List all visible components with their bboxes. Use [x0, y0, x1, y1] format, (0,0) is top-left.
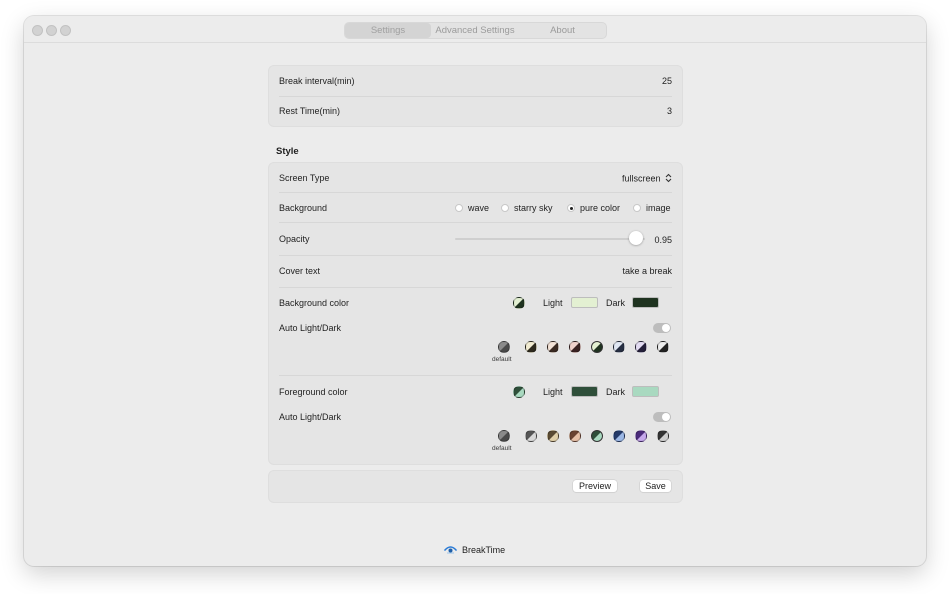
- bg-preset-default-swatch[interactable]: [498, 341, 510, 353]
- radio-label: wave: [468, 203, 490, 213]
- cover-text-row: Cover text take a break: [279, 266, 672, 276]
- bg-preset-swatch[interactable]: [657, 341, 669, 353]
- fg-light-color-well[interactable]: [571, 386, 598, 397]
- background-color-preview-swatch: [513, 297, 525, 309]
- divider: [279, 255, 672, 256]
- divider: [279, 287, 672, 288]
- bg-dark-label: Dark: [606, 298, 626, 308]
- background-option-pure-color[interactable]: pure color: [567, 203, 620, 213]
- screen-type-select[interactable]: fullscreen: [622, 173, 672, 185]
- fg-preset-swatch[interactable]: [525, 430, 537, 442]
- radio-button[interactable]: [501, 204, 509, 212]
- rest-time-value[interactable]: 3: [667, 106, 672, 116]
- bg-preset-swatch[interactable]: [635, 341, 647, 353]
- cover-text-input[interactable]: take a break: [622, 266, 672, 276]
- background-row: Background wave starry sky pure color im…: [279, 203, 672, 213]
- bg-preset-swatch[interactable]: [613, 341, 625, 353]
- auto-light-dark-label: Auto Light/Dark: [279, 412, 342, 422]
- preview-button[interactable]: Preview: [573, 480, 617, 492]
- divider: [279, 192, 672, 193]
- close-window-button[interactable]: [32, 25, 43, 36]
- divider: [279, 96, 672, 97]
- fg-dark-label: Dark: [606, 387, 626, 397]
- style-section-title: Style: [276, 146, 299, 157]
- screen-type-value: fullscreen: [621, 173, 661, 184]
- radio-label: starry sky: [514, 203, 553, 213]
- opacity-label: Opacity: [279, 234, 310, 244]
- save-button[interactable]: Save: [640, 480, 671, 492]
- fg-auto-light-dark-row: Auto Light/Dark: [279, 412, 672, 422]
- radio-button[interactable]: [633, 204, 641, 212]
- style-settings-card: Screen Type fullscreen Background wave s…: [268, 162, 683, 465]
- fg-light-label: Light: [543, 387, 563, 397]
- foreground-color-preview-swatch: [513, 386, 525, 398]
- screen-type-label: Screen Type: [279, 173, 330, 183]
- bg-auto-light-dark-row: Auto Light/Dark: [279, 323, 672, 333]
- bg-default-label: default: [492, 356, 512, 363]
- background-label: Background: [279, 203, 328, 213]
- background-color-label: Background color: [279, 298, 350, 308]
- foreground-color-label: Foreground color: [279, 387, 348, 397]
- bg-preset-swatch[interactable]: [547, 341, 559, 353]
- background-option-wave[interactable]: wave: [455, 203, 489, 213]
- actions-card: Preview Save: [268, 470, 683, 503]
- background-color-row: Background color Light Dark: [279, 297, 672, 309]
- tab-about[interactable]: About: [519, 23, 606, 38]
- divider: [279, 375, 672, 376]
- background-option-image[interactable]: image: [633, 203, 671, 213]
- break-interval-label: Break interval(min): [279, 76, 355, 86]
- opacity-value: 0.95: [654, 235, 672, 245]
- tab-advanced-settings[interactable]: Advanced Settings: [431, 23, 519, 38]
- background-option-starry-sky[interactable]: starry sky: [501, 203, 553, 213]
- opacity-row: Opacity 0.95: [279, 231, 672, 245]
- bg-auto-light-dark-toggle[interactable]: [653, 323, 671, 333]
- fg-preset-swatch[interactable]: [569, 430, 581, 442]
- radio-label: pure color: [580, 203, 621, 213]
- tab-settings[interactable]: Settings: [345, 23, 431, 38]
- opacity-slider-knob[interactable]: [629, 231, 643, 245]
- fg-preset-swatch[interactable]: [657, 430, 669, 442]
- auto-light-dark-label: Auto Light/Dark: [279, 323, 342, 333]
- fg-preset-swatch[interactable]: [613, 430, 625, 442]
- bg-preset-swatch-selected[interactable]: [591, 341, 603, 353]
- fg-dark-color-well[interactable]: [632, 386, 659, 397]
- title-bar: Settings Advanced Settings About: [24, 16, 926, 43]
- bg-preset-swatch[interactable]: [569, 341, 581, 353]
- zoom-window-button[interactable]: [60, 25, 71, 36]
- app-name: BreakTime: [462, 545, 506, 555]
- bg-light-label: Light: [543, 298, 563, 308]
- minimize-window-button[interactable]: [46, 25, 57, 36]
- break-interval-value[interactable]: 25: [662, 76, 672, 86]
- fg-default-label: default: [492, 445, 512, 452]
- app-window: Settings Advanced Settings About Break i…: [24, 16, 926, 566]
- cover-text-label: Cover text: [279, 266, 321, 276]
- app-footer: BreakTime: [444, 544, 505, 556]
- radio-button[interactable]: [455, 204, 463, 212]
- bg-preset-swatch[interactable]: [525, 341, 537, 353]
- tab-bar: Settings Advanced Settings About: [344, 22, 607, 39]
- eye-icon: [444, 544, 457, 556]
- bg-light-color-well[interactable]: [571, 297, 598, 308]
- radio-label: image: [646, 203, 671, 213]
- rest-time-row: Rest Time(min) 3: [279, 106, 672, 116]
- fg-preset-swatch-selected[interactable]: [591, 430, 603, 442]
- fg-preset-swatch[interactable]: [635, 430, 647, 442]
- screen-type-row: Screen Type fullscreen: [279, 173, 672, 183]
- fg-preset-default-swatch[interactable]: [498, 430, 510, 442]
- fg-auto-light-dark-toggle[interactable]: [653, 412, 671, 422]
- fg-preset-swatch[interactable]: [547, 430, 559, 442]
- break-interval-row: Break interval(min) 25: [279, 76, 672, 86]
- rest-time-label: Rest Time(min): [279, 106, 341, 116]
- radio-button-selected[interactable]: [567, 204, 575, 212]
- updown-chevron-icon: [665, 173, 672, 185]
- bg-dark-color-well[interactable]: [632, 297, 659, 308]
- opacity-slider-track[interactable]: [455, 238, 645, 240]
- general-settings-card: Break interval(min) 25 Rest Time(min) 3: [268, 65, 683, 127]
- divider: [279, 222, 672, 223]
- foreground-color-row: Foreground color Light Dark: [279, 386, 672, 398]
